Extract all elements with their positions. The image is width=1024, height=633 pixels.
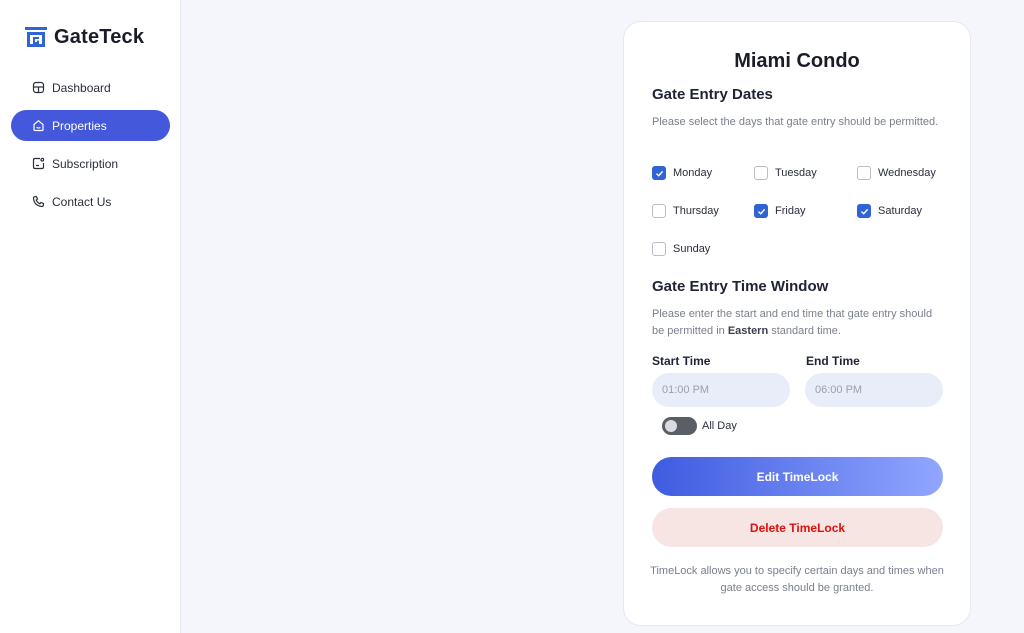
- timelock-footnote: TimeLock allows you to specify certain d…: [650, 565, 944, 594]
- day-checkbox-tuesday[interactable]: Tuesday: [754, 166, 817, 180]
- all-day-label: All Day: [702, 420, 737, 432]
- day-label: Friday: [775, 205, 806, 217]
- all-day-toggle-row: All Day: [662, 417, 737, 435]
- logo[interactable]: GateTeck: [24, 24, 144, 50]
- check-icon: [757, 208, 765, 215]
- day-checkbox-friday[interactable]: Friday: [754, 204, 806, 218]
- delete-timelock-button[interactable]: Delete TimeLock: [652, 508, 943, 547]
- edit-timelock-button[interactable]: Edit TimeLock: [652, 457, 943, 496]
- gate-entry-time-description: Please enter the start and end time that…: [652, 308, 933, 337]
- phone-icon: [32, 195, 45, 208]
- all-day-toggle[interactable]: [662, 417, 697, 435]
- day-label: Saturday: [878, 205, 923, 217]
- gateteck-logo-icon: [25, 27, 47, 47]
- subscription-icon: [32, 157, 45, 170]
- home-icon: [33, 120, 44, 132]
- end-time-input[interactable]: [805, 373, 943, 407]
- sidebar-nav: Dashboard Properties Subscription Contac…: [11, 72, 170, 224]
- app-name: GateTeck: [54, 25, 145, 48]
- checkbox-checked[interactable]: [857, 204, 871, 218]
- sidebar-item-label: Dashboard: [52, 80, 111, 95]
- start-time-label: Start Time: [652, 354, 711, 368]
- day-label: Tuesday: [775, 167, 817, 179]
- sidebar: GateTeck Dashboard Properties Subscripti…: [0, 0, 181, 633]
- timezone-emphasis: Eastern: [727, 325, 769, 337]
- check-icon: [860, 208, 868, 215]
- gate-entry-dates-heading: Gate Entry Dates: [652, 86, 773, 103]
- sidebar-item-subscription[interactable]: Subscription: [11, 148, 170, 179]
- checkbox-unchecked[interactable]: [857, 166, 871, 180]
- day-checkbox-saturday[interactable]: Saturday: [857, 204, 922, 218]
- checkbox-unchecked[interactable]: [652, 204, 666, 218]
- sidebar-item-label: Subscription: [52, 156, 119, 171]
- toggle-knob: [665, 420, 677, 432]
- start-time-input[interactable]: [652, 373, 790, 407]
- day-label: Sunday: [673, 243, 711, 255]
- end-time-label: End Time: [806, 354, 860, 368]
- sidebar-item-dashboard[interactable]: Dashboard: [11, 72, 170, 103]
- checkbox-unchecked[interactable]: [652, 242, 666, 256]
- day-checkbox-thursday[interactable]: Thursday: [652, 204, 719, 218]
- day-checkbox-sunday[interactable]: Sunday: [652, 242, 710, 256]
- day-label: Thursday: [673, 205, 719, 217]
- sidebar-item-contact-us[interactable]: Contact Us: [11, 186, 170, 217]
- checkbox-checked[interactable]: [754, 204, 768, 218]
- checkbox-unchecked[interactable]: [754, 166, 768, 180]
- day-checkbox-monday[interactable]: Monday: [652, 166, 712, 180]
- gate-entry-dates-description: Please select the days that gate entry s…: [652, 116, 939, 128]
- dashboard-icon: [32, 81, 45, 94]
- sidebar-item-properties[interactable]: Properties: [11, 110, 170, 141]
- check-icon: [655, 170, 663, 177]
- day-label: Monday: [673, 167, 713, 179]
- checkbox-checked[interactable]: [652, 166, 666, 180]
- gate-entry-time-heading: Gate Entry Time Window: [652, 278, 829, 295]
- sidebar-item-label: Contact Us: [52, 194, 112, 209]
- timelock-card: Miami Condo Gate Entry Dates Please sele…: [623, 21, 971, 626]
- day-label: Wednesday: [878, 167, 936, 179]
- property-title: Miami Condo: [734, 50, 860, 72]
- sidebar-item-label: Properties: [52, 118, 107, 133]
- day-checkbox-wednesday[interactable]: Wednesday: [857, 166, 936, 180]
